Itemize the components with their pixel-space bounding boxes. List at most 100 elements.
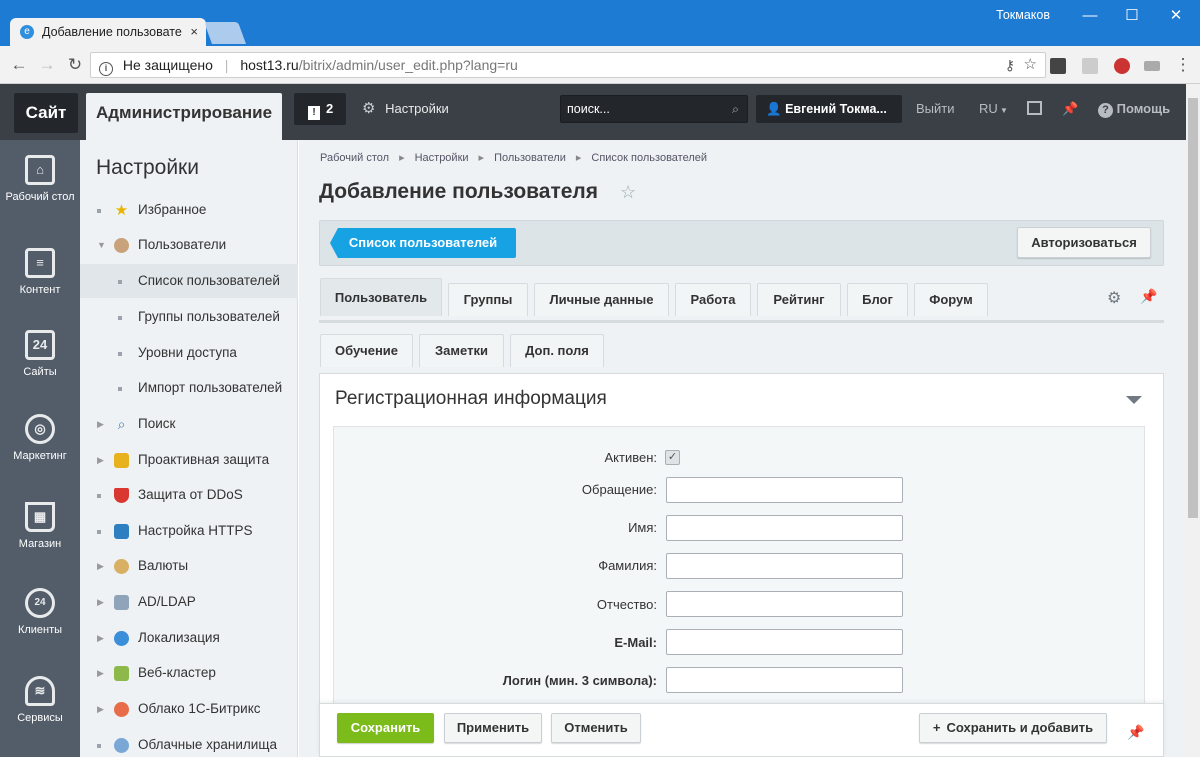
user-menu[interactable]: 👤 Евгений Токма... (756, 95, 902, 123)
user-list-button[interactable]: Список пользователей (330, 228, 516, 258)
key-icon[interactable]: ⚷ (1005, 53, 1015, 77)
tab-blog[interactable]: Блог (847, 283, 908, 316)
tab-work[interactable]: Работа (675, 283, 751, 316)
middle-name-input[interactable] (666, 591, 903, 617)
tab-groups[interactable]: Группы (448, 283, 528, 316)
adblock-extension-icon[interactable] (1114, 58, 1130, 74)
browser-menu-icon[interactable]: ⋮ (1170, 52, 1196, 78)
minimize-button[interactable]: — (1070, 2, 1110, 30)
tab-user[interactable]: Пользователь (320, 278, 442, 316)
tab-close-icon[interactable]: × (190, 18, 198, 46)
tree-item-ldap[interactable]: ▶ AD/LDAP (80, 585, 298, 619)
menu-content[interactable]: ≡ Контент (0, 248, 80, 297)
collapsed-arrow-icon: ▶ (97, 668, 104, 678)
menu-desktop[interactable]: ⌂ Рабочий стол (0, 155, 80, 204)
tab-notes[interactable]: Заметки (419, 334, 504, 367)
tree-item-https[interactable]: Настройка HTTPS (80, 514, 298, 548)
window-toggle-icon[interactable] (1027, 101, 1042, 115)
notifications-button[interactable]: ! 2 (294, 93, 346, 125)
menu-services-label: Сервисы (17, 712, 63, 724)
tabs-settings-gear-icon[interactable]: ⚙ (1107, 288, 1121, 308)
cancel-button[interactable]: Отменить (551, 713, 641, 743)
address-bar[interactable]: i Не защищено | host13.ru/bitrix/admin/u… (90, 52, 1046, 78)
menu-sites[interactable]: 24 Сайты (0, 330, 80, 379)
help-icon: ? (1098, 103, 1113, 118)
save-button[interactable]: Сохранить (337, 713, 434, 743)
tab-personal[interactable]: Личные данные (534, 283, 669, 316)
active-checkbox[interactable]: ✓ (665, 450, 680, 465)
help-link[interactable]: ? Помощь (1098, 93, 1170, 125)
tree-item-favorites[interactable]: ★ Избранное (80, 193, 298, 227)
tree-item-label: Избранное (138, 202, 207, 217)
tree-item-bitrix-cloud[interactable]: ▶ Облако 1С-Битрикс (80, 692, 298, 726)
menu-clients[interactable]: 24 Клиенты (0, 588, 80, 637)
breadcrumb-separator-icon: ▸ (478, 152, 485, 164)
tree-item-label: Настройка HTTPS (138, 523, 253, 538)
breadcrumb-desktop[interactable]: Рабочий стол (320, 152, 389, 164)
extension-icon-2[interactable] (1144, 61, 1160, 71)
page-scrollbar-thumb[interactable] (1188, 98, 1198, 518)
extension-icon[interactable] (1082, 58, 1098, 74)
breadcrumb-settings[interactable]: Настройки (415, 152, 469, 164)
tree-item-proactive[interactable]: ▶ Проактивная защита (80, 443, 298, 477)
tab-extra-fields[interactable]: Доп. поля (510, 334, 604, 367)
bullet (118, 316, 122, 320)
tab-forum[interactable]: Форум (914, 283, 988, 316)
apply-button[interactable]: Применить (444, 713, 542, 743)
authorize-button[interactable]: Авторизоваться (1017, 227, 1151, 258)
action-bar-pin-icon[interactable]: 📌 (1127, 724, 1144, 741)
tree-item-localization[interactable]: ▶ Локализация (80, 621, 298, 655)
tree-item-access-levels[interactable]: Уровни доступа (80, 336, 298, 370)
email-input[interactable] (666, 629, 903, 655)
tree-item-currencies[interactable]: ▶ Валюты (80, 549, 298, 583)
admin-mode-button[interactable]: Администрирование (86, 93, 282, 140)
last-name-input[interactable] (666, 553, 903, 579)
bookmark-star-icon[interactable]: ☆ (1024, 53, 1037, 77)
admin-search-input[interactable]: поиск... ⌕ (560, 95, 748, 123)
language-selector[interactable]: RU ▼ (979, 93, 1008, 127)
tree-item-web-cluster[interactable]: ▶ Веб-кластер (80, 656, 298, 690)
tree-item-user-list[interactable]: Список пользователей (80, 264, 298, 298)
tab-rating[interactable]: Рейтинг (757, 283, 841, 316)
info-icon[interactable]: i (99, 62, 113, 76)
tree-title: Настройки (96, 156, 199, 179)
tab-learning[interactable]: Обучение (320, 334, 413, 367)
tabs-pin-icon[interactable]: 📌 (1140, 288, 1157, 305)
tree-item-search[interactable]: ▶ ⌕ Поиск (80, 407, 298, 441)
logout-link[interactable]: Выйти (916, 93, 955, 125)
browser-tab[interactable]: e Добавление пользовате × (10, 18, 206, 46)
login-input[interactable] (666, 667, 903, 693)
search-icon[interactable]: ⌕ (732, 96, 739, 122)
salutation-input[interactable] (666, 477, 903, 503)
first-name-input[interactable] (666, 515, 903, 541)
tree-item-ddos[interactable]: Защита от DDoS (80, 478, 298, 512)
tree-item-user-import[interactable]: Импорт пользователей (80, 371, 298, 405)
storage-icon (114, 738, 129, 753)
menu-desktop-label: Рабочий стол (5, 191, 75, 203)
back-icon[interactable]: ← (6, 52, 32, 78)
home-icon: ⌂ (25, 155, 55, 185)
breadcrumb-users[interactable]: Пользователи (494, 152, 566, 164)
favorite-star-icon[interactable]: ☆ (620, 182, 636, 203)
tree-item-user-groups[interactable]: Группы пользователей (80, 300, 298, 334)
breadcrumb-user-list[interactable]: Список пользователей (591, 152, 707, 164)
tree-item-label: Облако 1С-Битрикс (138, 701, 261, 716)
save-and-add-button[interactable]: + Сохранить и добавить (919, 713, 1107, 743)
basket-icon: ▦ (25, 502, 55, 532)
tree-item-cloud-storage[interactable]: Облачные хранилища (80, 728, 298, 757)
tree-item-users[interactable]: ▼ Пользователи (80, 228, 298, 262)
menu-services[interactable]: ≋ Сервисы (0, 676, 80, 725)
pin-icon[interactable]: 📌 (1062, 93, 1078, 125)
menu-marketing[interactable]: ◎ Маркетинг (0, 414, 80, 463)
settings-link[interactable]: ⚙ Настройки (362, 93, 449, 125)
collapse-caret-icon[interactable] (1126, 396, 1142, 404)
url-separator: | (224, 57, 229, 73)
menu-shop[interactable]: ▦ Магазин (0, 502, 80, 551)
close-window-button[interactable]: ✕ (1156, 2, 1196, 30)
maximize-button[interactable]: ☐ (1112, 2, 1152, 30)
reload-icon[interactable]: ↻ (62, 52, 88, 78)
site-mode-button[interactable]: Сайт (14, 93, 78, 133)
incognito-extension-icon[interactable] (1050, 58, 1066, 74)
breadcrumb-separator-icon: ▸ (399, 152, 405, 164)
forward-icon[interactable]: → (34, 52, 60, 78)
